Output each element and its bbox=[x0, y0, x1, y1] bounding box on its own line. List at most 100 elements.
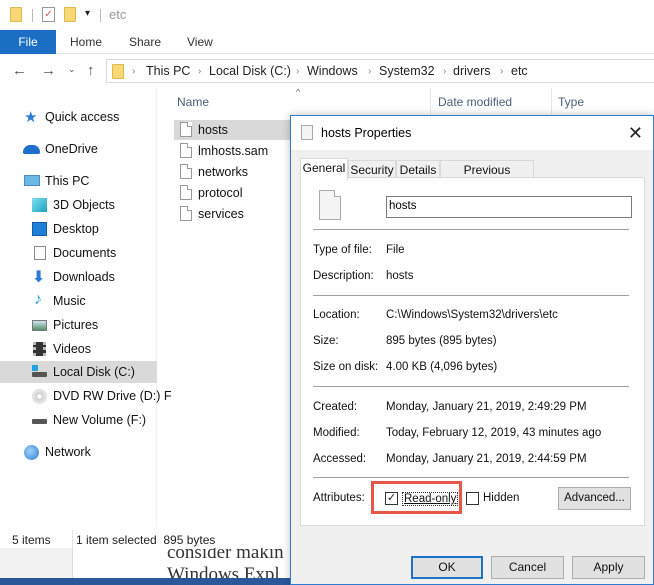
documents-icon bbox=[34, 246, 46, 260]
recent-locations-chevron-icon[interactable]: ⌄ bbox=[68, 64, 76, 75]
sidebar-item-pictures[interactable]: Pictures bbox=[0, 314, 157, 336]
dialog-title-bar[interactable]: hosts Properties ✕ bbox=[291, 116, 653, 150]
sidebar-item-documents[interactable]: Documents bbox=[0, 242, 157, 264]
title-bar: ✓ ▾ etc bbox=[0, 0, 654, 30]
readonly-label[interactable]: Read-only bbox=[402, 492, 459, 506]
item-count: 5 items bbox=[12, 533, 51, 547]
hidden-checkbox[interactable] bbox=[466, 492, 479, 505]
file-name: lmhosts.sam bbox=[198, 144, 269, 158]
separator bbox=[100, 9, 101, 22]
chevron-right-icon: › bbox=[443, 66, 447, 77]
file-name: hosts bbox=[198, 123, 228, 137]
apply-button[interactable]: Apply bbox=[572, 556, 645, 579]
address-bar[interactable]: › This PC › Local Disk (C:) › Windows › … bbox=[106, 59, 654, 83]
sidebar-item-local-disk-c[interactable]: Local Disk (C:) bbox=[0, 361, 157, 383]
divider bbox=[72, 530, 73, 548]
close-icon[interactable]: ✕ bbox=[628, 123, 643, 144]
file-row-services[interactable]: services bbox=[174, 204, 294, 224]
sidebar-item-new-volume[interactable]: New Volume (F:) bbox=[0, 409, 157, 431]
sidebar-item-dvd-drive[interactable]: DVD RW Drive (D:) F bbox=[0, 385, 172, 407]
location-value: C:\Windows\System32\drivers\etc bbox=[386, 309, 558, 321]
file-row-lmhosts[interactable]: lmhosts.sam bbox=[174, 141, 294, 161]
back-arrow-icon[interactable]: ← bbox=[12, 62, 27, 79]
file-icon bbox=[180, 185, 192, 200]
separator bbox=[32, 9, 33, 22]
cancel-button[interactable]: Cancel bbox=[491, 556, 564, 579]
sidebar-item-quick-access[interactable]: ★ Quick access bbox=[0, 106, 157, 128]
column-header-type[interactable]: Type bbox=[558, 95, 584, 109]
network-icon bbox=[24, 445, 39, 460]
chevron-right-icon: › bbox=[368, 66, 372, 77]
divider bbox=[313, 477, 629, 478]
location-label: Location: bbox=[313, 309, 360, 321]
music-icon: ♪ bbox=[34, 291, 42, 308]
download-icon: ⬇ bbox=[32, 269, 46, 286]
file-icon bbox=[180, 206, 192, 221]
file-row-hosts[interactable]: hosts bbox=[174, 120, 294, 140]
properties-icon[interactable]: ✓ bbox=[42, 7, 55, 22]
file-row-protocol[interactable]: protocol bbox=[174, 183, 294, 203]
sidebar-item-videos[interactable]: Videos bbox=[0, 338, 157, 360]
sidebar-item-downloads[interactable]: ⬇ Downloads bbox=[0, 266, 157, 288]
sidebar-item-network[interactable]: Network bbox=[0, 441, 157, 463]
accessed-label: Accessed: bbox=[313, 453, 367, 465]
new-folder-icon[interactable] bbox=[64, 7, 76, 22]
readonly-checkbox[interactable]: ✓ bbox=[385, 492, 398, 505]
file-row-networks[interactable]: networks bbox=[174, 162, 294, 182]
taskbar bbox=[0, 578, 290, 585]
dialog-title: hosts Properties bbox=[321, 126, 412, 140]
dvd-icon bbox=[32, 389, 47, 404]
sidebar-item-label: 3D Objects bbox=[53, 198, 115, 212]
description-label: Description: bbox=[313, 270, 374, 282]
sidebar-item-label: This PC bbox=[45, 174, 90, 188]
drive-icon bbox=[32, 419, 47, 424]
tab-home[interactable]: Home bbox=[70, 35, 102, 49]
breadcrumb-etc[interactable]: etc bbox=[511, 64, 528, 78]
column-header-name[interactable]: Name bbox=[177, 95, 209, 109]
sidebar-item-desktop[interactable]: Desktop bbox=[0, 218, 157, 240]
sidebar-item-3d-objects[interactable]: 3D Objects bbox=[0, 194, 157, 216]
type-label: Type of file: bbox=[313, 244, 372, 256]
sidebar-item-music[interactable]: ♪ Music bbox=[0, 290, 157, 312]
cloud-icon bbox=[23, 145, 40, 154]
sidebar-item-label: New Volume (F:) bbox=[53, 413, 147, 427]
chevron-right-icon: › bbox=[132, 66, 136, 77]
windows-logo-icon bbox=[32, 365, 38, 371]
breadcrumb-drivers[interactable]: drivers bbox=[453, 64, 491, 78]
customize-qat-icon[interactable]: ▾ bbox=[85, 8, 90, 19]
chevron-right-icon: › bbox=[296, 66, 300, 77]
tab-general[interactable]: General bbox=[300, 158, 348, 180]
pictures-icon bbox=[32, 320, 47, 331]
column-header-date-modified[interactable]: Date modified bbox=[438, 95, 512, 109]
cube-icon bbox=[32, 198, 47, 212]
up-arrow-icon[interactable]: ↑ bbox=[87, 62, 95, 79]
column-divider[interactable] bbox=[551, 88, 552, 114]
advanced-button[interactable]: Advanced... bbox=[558, 487, 631, 510]
description-value: hosts bbox=[386, 270, 414, 282]
navigation-bar: ← → ⌄ ↑ › This PC › Local Disk (C:) › Wi… bbox=[0, 55, 654, 87]
tab-file[interactable]: File bbox=[0, 30, 56, 54]
ok-button[interactable]: OK bbox=[411, 556, 483, 579]
tab-share[interactable]: Share bbox=[129, 35, 161, 49]
sidebar-item-this-pc[interactable]: This PC bbox=[0, 170, 157, 192]
star-icon: ★ bbox=[24, 109, 38, 126]
hidden-label[interactable]: Hidden bbox=[483, 492, 519, 504]
sidebar-item-label: OneDrive bbox=[45, 142, 98, 156]
breadcrumb-this-pc[interactable]: This PC bbox=[146, 64, 190, 78]
file-name: networks bbox=[198, 165, 249, 179]
properties-dialog: hosts Properties ✕ General Security Deta… bbox=[290, 115, 654, 585]
filename-input[interactable]: hosts bbox=[386, 196, 632, 218]
tab-view[interactable]: View bbox=[187, 35, 213, 49]
sidebar-item-label: Videos bbox=[53, 342, 91, 356]
breadcrumb-local-disk[interactable]: Local Disk (C:) bbox=[209, 64, 291, 78]
breadcrumb-system32[interactable]: System32 bbox=[379, 64, 435, 78]
chevron-right-icon: › bbox=[198, 66, 202, 77]
breadcrumb-windows[interactable]: Windows bbox=[307, 64, 358, 78]
forward-arrow-icon[interactable]: → bbox=[41, 62, 56, 79]
divider bbox=[313, 229, 629, 230]
sidebar-item-onedrive[interactable]: OneDrive bbox=[0, 138, 157, 160]
created-label: Created: bbox=[313, 401, 358, 413]
file-icon bbox=[180, 164, 192, 179]
folder-icon bbox=[10, 7, 22, 22]
column-divider[interactable] bbox=[430, 88, 431, 114]
